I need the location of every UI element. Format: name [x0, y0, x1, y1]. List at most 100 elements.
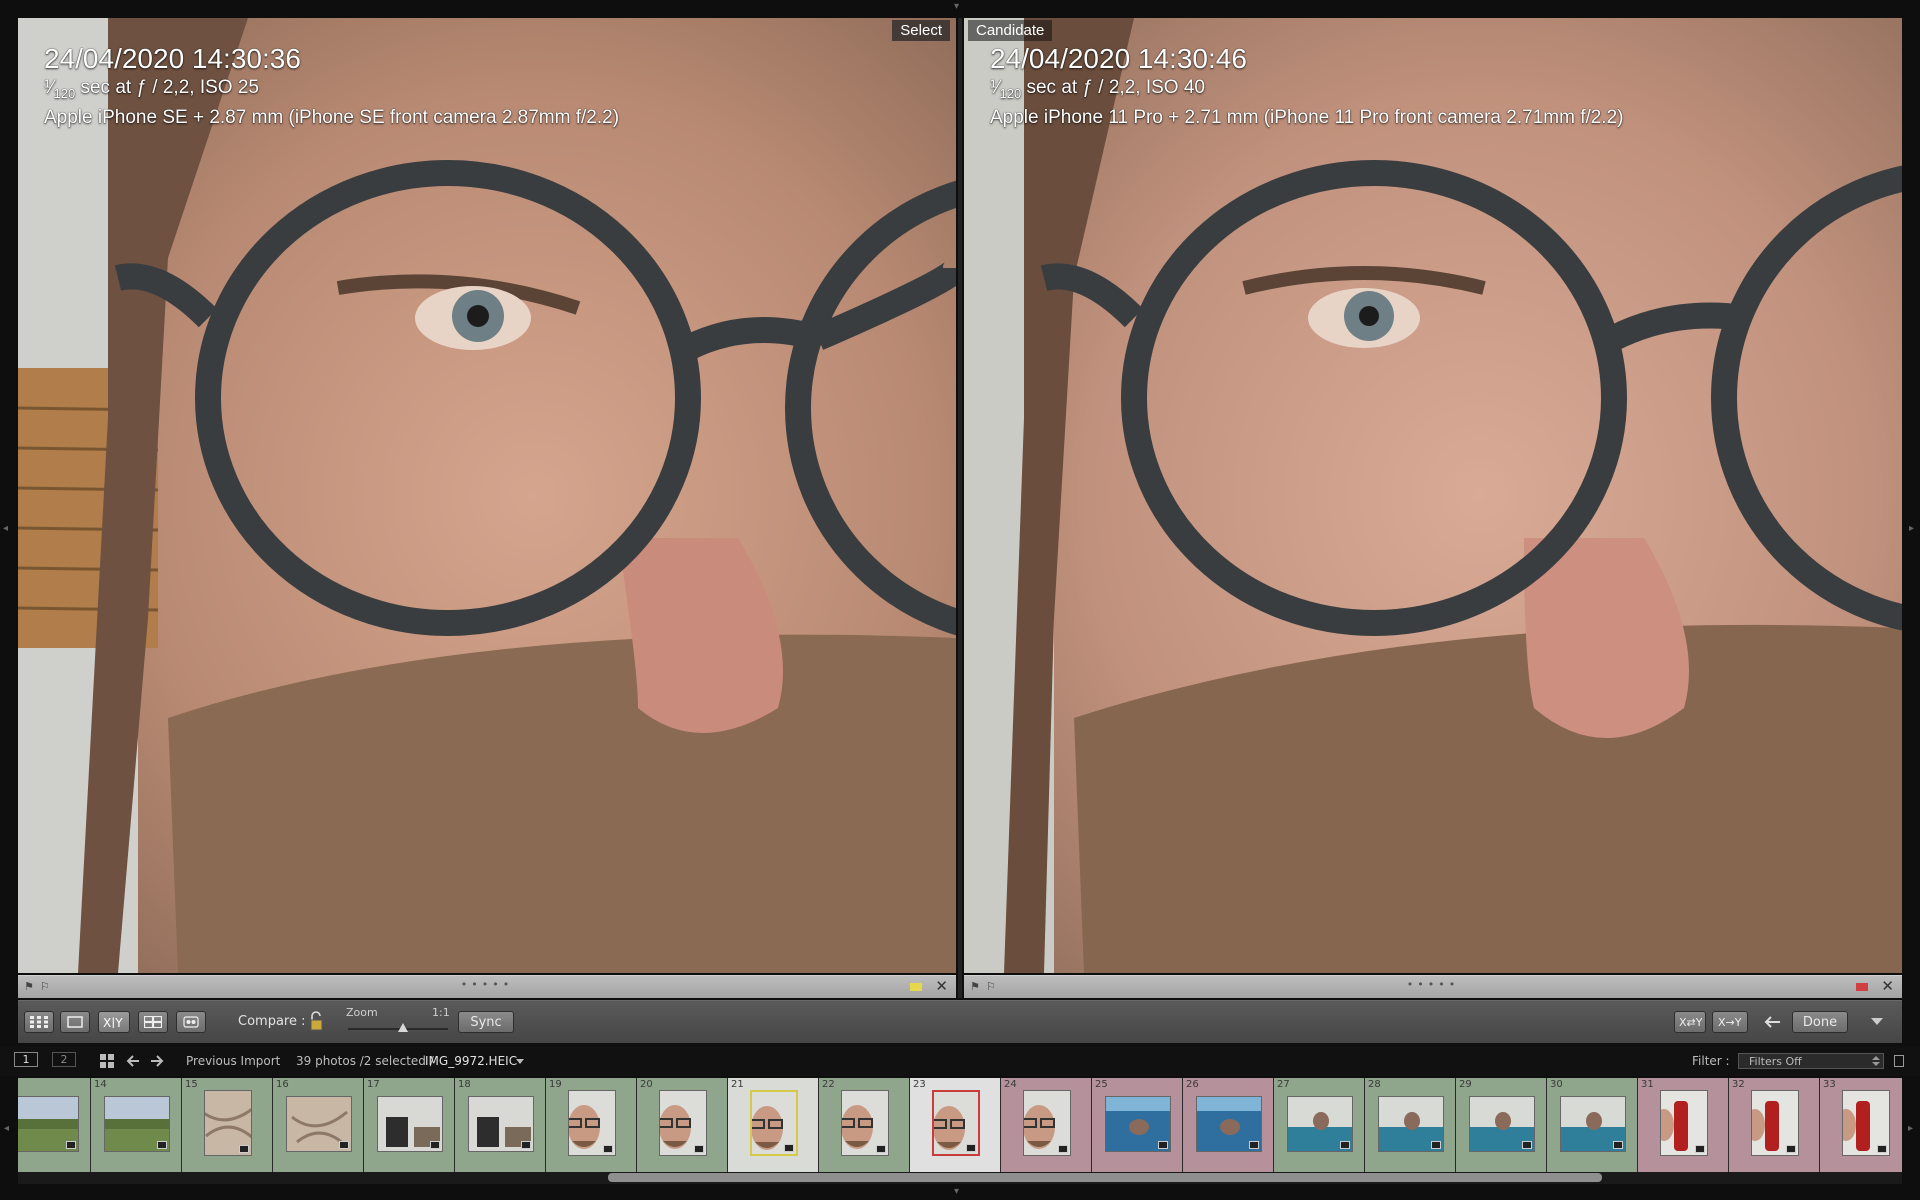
thumbnail[interactable] — [750, 1090, 798, 1156]
color-label-yellow[interactable] — [910, 983, 922, 991]
filmstrip-cell[interactable]: 22 — [819, 1078, 910, 1172]
chevron-down-icon[interactable] — [516, 1059, 524, 1065]
swap-button[interactable]: X⇄Y — [1674, 1011, 1706, 1033]
filmstrip[interactable]: 14 15 16 17 18 19 20 21 22 23 24 25 26 27 28 29 30 31 32 33 — [18, 1078, 1902, 1172]
make-select-button[interactable]: X→Y — [1712, 1011, 1748, 1033]
select-photo-pane[interactable]: 24/04/2020 14:30:36 ¹⁄120 sec at ƒ / 2,2… — [18, 18, 956, 973]
thumbnail[interactable] — [1660, 1090, 1708, 1156]
thumbnail[interactable] — [568, 1090, 616, 1156]
edit-badge-icon — [603, 1145, 613, 1153]
flag-pick-icon[interactable]: ⚑ — [24, 980, 34, 993]
thumbnail[interactable] — [1469, 1096, 1535, 1152]
right-panel-toggle-icon[interactable]: ▸ — [1909, 524, 1914, 534]
edit-badge-icon — [239, 1145, 249, 1153]
thumbnail[interactable] — [286, 1096, 352, 1152]
grid-icon[interactable] — [100, 1054, 114, 1068]
rating-dots[interactable]: ••••• — [461, 978, 513, 991]
thumbnail[interactable] — [377, 1096, 443, 1152]
cell-number: 23 — [913, 1079, 926, 1090]
flag-reject-icon[interactable]: ⚐ — [40, 980, 50, 993]
thumbnail[interactable] — [104, 1096, 170, 1152]
thumbnail[interactable] — [1378, 1096, 1444, 1152]
thumbnail[interactable] — [204, 1090, 252, 1156]
close-candidate-icon[interactable]: ✕ — [1881, 977, 1894, 995]
source-label[interactable]: Previous Import — [186, 1054, 280, 1068]
edit-badge-icon — [876, 1145, 886, 1153]
flag-reject-icon[interactable]: ⚐ — [986, 980, 996, 993]
thumbnail[interactable] — [659, 1090, 707, 1156]
cell-number: 33 — [1823, 1079, 1836, 1090]
color-label-red[interactable] — [1856, 983, 1868, 991]
people-icon — [183, 1016, 199, 1028]
candidate-exposure-numerator: ¹⁄ — [990, 77, 1000, 98]
zoom-slider-knob[interactable] — [398, 1023, 408, 1032]
lock-icon[interactable] — [308, 1010, 324, 1032]
survey-view-button[interactable] — [138, 1011, 168, 1033]
thumbnail[interactable] — [1560, 1096, 1626, 1152]
second-window-button[interactable]: 2 — [52, 1052, 76, 1067]
candidate-photo-pane[interactable]: 24/04/2020 14:30:46 ¹⁄120 sec at ƒ / 2,2… — [964, 18, 1902, 973]
bottom-panel-toggle-icon[interactable]: ▾ — [954, 1187, 959, 1197]
main-window-button[interactable]: 1 — [14, 1052, 38, 1067]
filmstrip-cell[interactable]: 19 — [546, 1078, 637, 1172]
thumbnail[interactable] — [18, 1096, 79, 1152]
thumbnail[interactable] — [1751, 1090, 1799, 1156]
filmstrip-header: 1 2 Previous Import 39 photos /2 selecte… — [0, 1046, 1920, 1076]
thumbnail[interactable] — [1196, 1096, 1262, 1152]
filter-select[interactable]: Filters Off — [1738, 1053, 1884, 1069]
sync-button[interactable]: Sync — [458, 1011, 514, 1033]
flag-pick-icon[interactable]: ⚑ — [970, 980, 980, 993]
toolbar-menu-button[interactable] — [1862, 1011, 1892, 1033]
arrow-left-icon[interactable] — [126, 1055, 140, 1067]
arrow-right-icon[interactable] — [150, 1055, 164, 1067]
thumbnail[interactable] — [841, 1090, 889, 1156]
filmstrip-cell[interactable]: 26 — [1183, 1078, 1274, 1172]
filmstrip-cell[interactable]: 24 — [1001, 1078, 1092, 1172]
filmstrip-cell[interactable] — [18, 1078, 91, 1172]
compare-view-button[interactable]: X|Y — [98, 1011, 130, 1033]
filmstrip-cell[interactable]: 30 — [1547, 1078, 1638, 1172]
filmstrip-cell[interactable]: 32 — [1729, 1078, 1820, 1172]
thumbnail[interactable] — [1287, 1096, 1353, 1152]
svg-text:X⇄Y: X⇄Y — [1679, 1016, 1702, 1029]
filmstrip-scrollbar-thumb[interactable] — [608, 1173, 1602, 1182]
filmstrip-cell[interactable]: 27 — [1274, 1078, 1365, 1172]
filmstrip-cell[interactable]: 31 — [1638, 1078, 1729, 1172]
done-button[interactable]: Done — [1792, 1011, 1848, 1033]
thumbnail[interactable] — [932, 1090, 980, 1156]
rating-dots[interactable]: ••••• — [1407, 978, 1459, 991]
filmstrip-cell[interactable]: 14 — [91, 1078, 182, 1172]
filmstrip-scroll-right-icon[interactable]: ▸ — [1908, 1124, 1913, 1134]
thumbnail[interactable] — [1023, 1090, 1071, 1156]
filmstrip-cell[interactable]: 25 — [1092, 1078, 1183, 1172]
select-exposure-denominator: 120 — [53, 85, 76, 101]
compare-label: Compare : — [238, 1014, 306, 1029]
thumbnail[interactable] — [1842, 1090, 1890, 1156]
filmstrip-cell[interactable]: 20 — [637, 1078, 728, 1172]
candidate-info-strip: ⚑ ⚐ ••••• ✕ — [964, 975, 1902, 998]
close-select-icon[interactable]: ✕ — [935, 977, 948, 995]
filmstrip-cell[interactable]: 15 — [182, 1078, 273, 1172]
swap-icon: X⇄Y — [1679, 1016, 1702, 1029]
top-panel-toggle-icon[interactable]: ▾ — [954, 2, 959, 12]
filter-lock-icon[interactable] — [1894, 1055, 1904, 1067]
thumbnail[interactable] — [1105, 1096, 1171, 1152]
loupe-view-button[interactable] — [60, 1011, 90, 1033]
filmstrip-cell[interactable]: 21 — [728, 1078, 819, 1172]
filmstrip-scroll-left-icon[interactable]: ◂ — [4, 1124, 9, 1134]
toolbar: X|Y Compare : Zoom 1:1 Sync X⇄Y X→Y Done — [18, 1000, 1902, 1043]
filmstrip-cell[interactable]: 16 — [273, 1078, 364, 1172]
left-panel-toggle-icon[interactable]: ◂ — [3, 524, 8, 534]
filmstrip-cell[interactable]: 28 — [1365, 1078, 1456, 1172]
grid-view-button[interactable] — [24, 1011, 54, 1033]
people-view-button[interactable] — [176, 1011, 206, 1033]
thumbnail[interactable] — [468, 1096, 534, 1152]
filmstrip-cell[interactable]: 18 — [455, 1078, 546, 1172]
selected-filename[interactable]: IMG_9972.HEIC — [425, 1054, 517, 1068]
filmstrip-cell[interactable]: 33 — [1820, 1078, 1902, 1172]
previous-photo-button[interactable] — [1758, 1011, 1786, 1033]
filmstrip-cell[interactable]: 17 — [364, 1078, 455, 1172]
svg-text:X→Y: X→Y — [1718, 1016, 1742, 1029]
filmstrip-cell[interactable]: 23 — [910, 1078, 1001, 1172]
filmstrip-cell[interactable]: 29 — [1456, 1078, 1547, 1172]
